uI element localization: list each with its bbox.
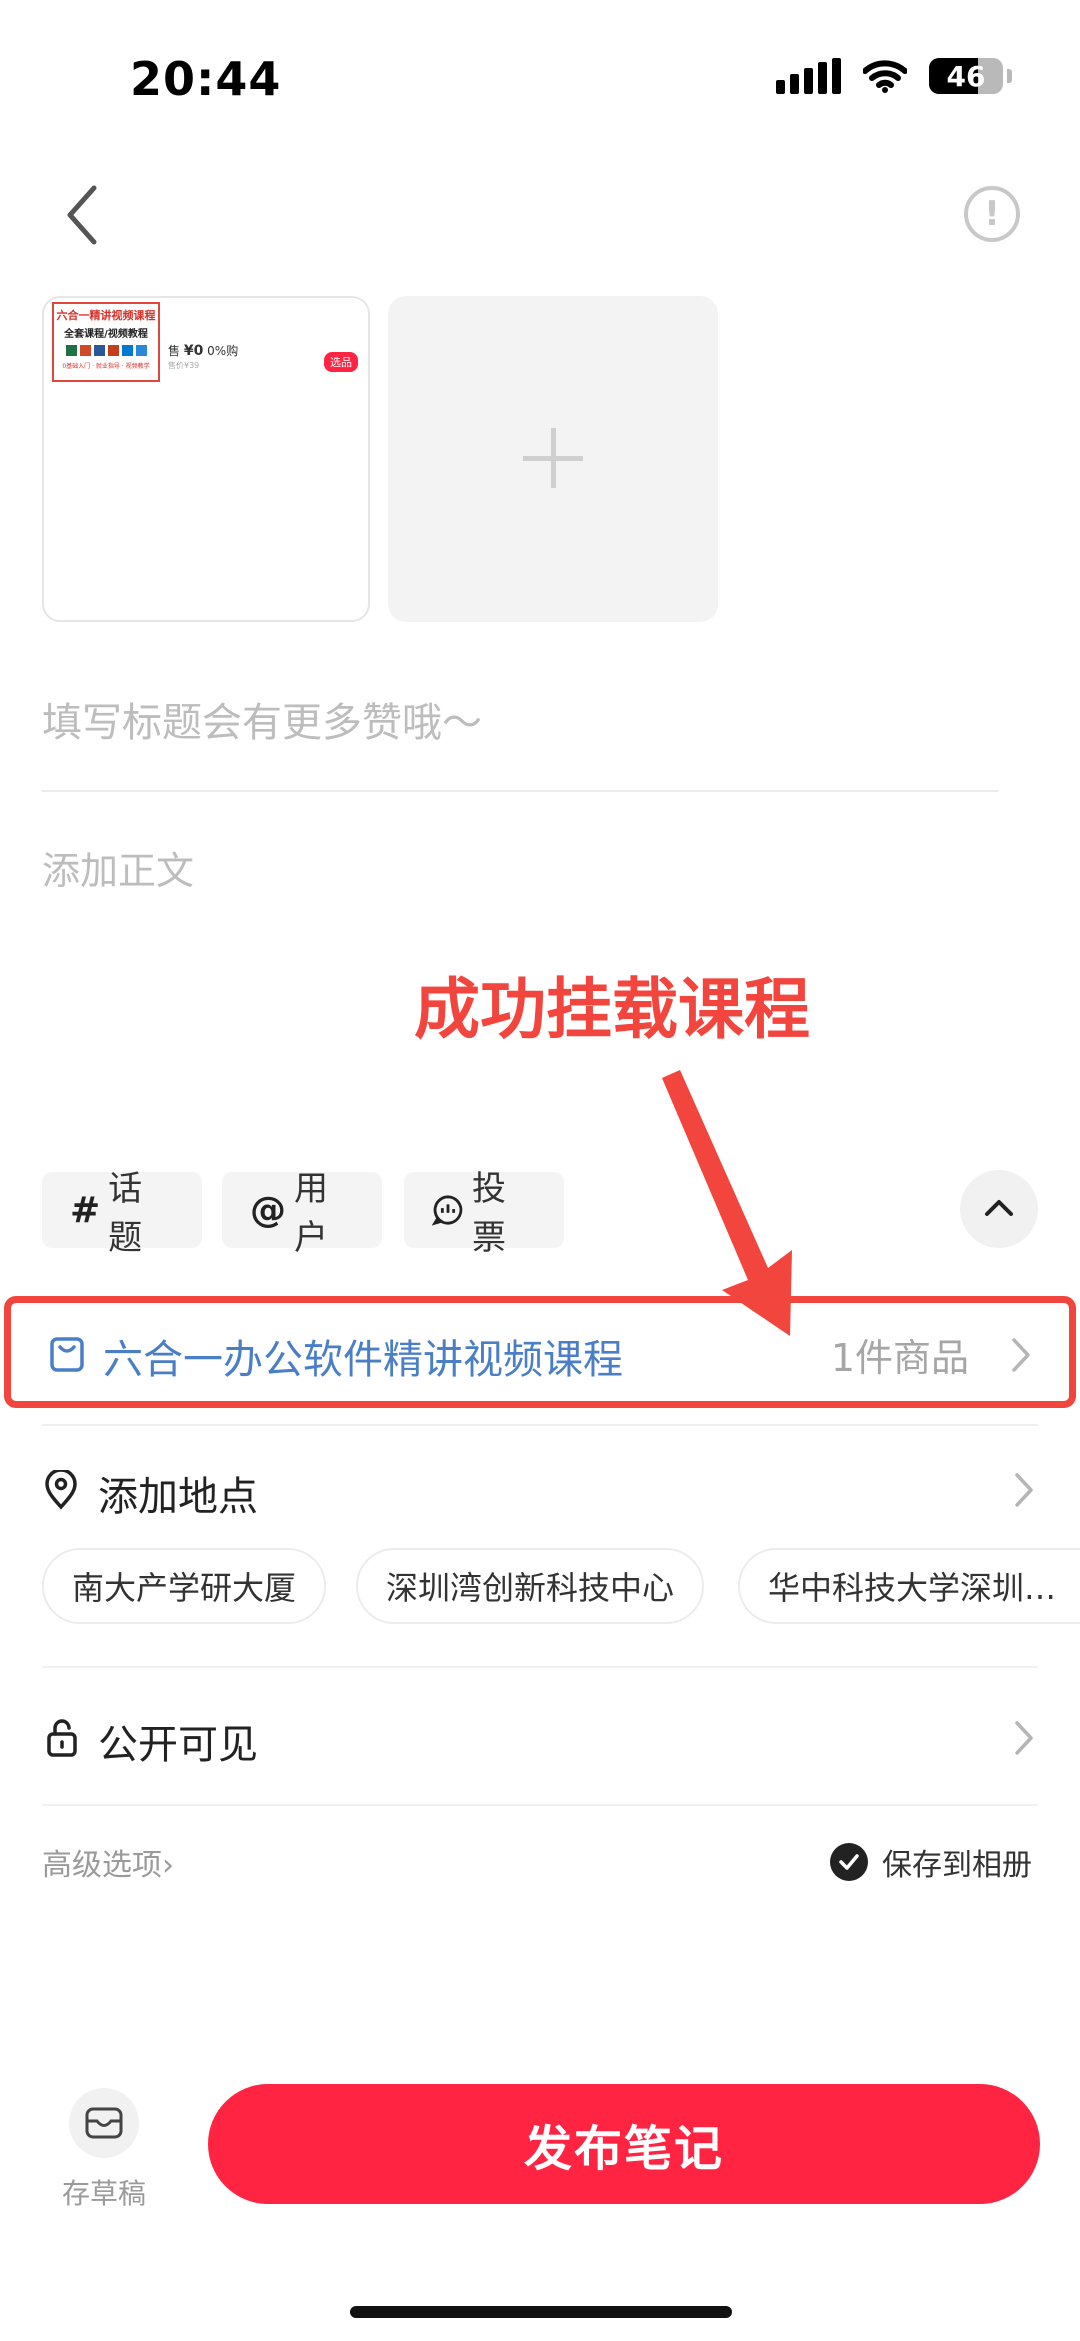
checkmark-icon <box>830 1843 868 1881</box>
title-input[interactable]: 填写标题会有更多赞哦～ <box>42 690 1002 748</box>
mention-label: 用户 <box>294 1169 328 1258</box>
vote-label: 投票 <box>472 1169 506 1258</box>
office-app-icons <box>54 345 158 356</box>
chevron-right-icon: › <box>162 1848 174 1883</box>
battery-level: 46 <box>946 59 986 93</box>
back-button[interactable] <box>60 180 110 250</box>
topic-label: 话题 <box>108 1169 143 1258</box>
chevron-up-icon <box>985 1200 1013 1216</box>
location-suggestion[interactable]: 华中科技大学深圳… <box>738 1548 1080 1624</box>
cover-footer: 0基础入门 · 就业指导 · 视频教学 <box>62 363 150 370</box>
title-divider <box>42 790 998 792</box>
course-cover-image: 六合一精讲视频课程 全套课程/视频教程 0基础入门 · 就业指导 · 视频教学 <box>52 302 160 382</box>
unlock-icon <box>47 1719 77 1757</box>
save-draft-button[interactable]: 存草稿 <box>60 2088 148 2212</box>
status-icons: 46 <box>776 58 1012 94</box>
body-input[interactable]: 添加正文 <box>42 840 194 895</box>
status-time: 20:44 <box>130 52 282 106</box>
mention-chip[interactable]: @ 用户 <box>222 1169 382 1258</box>
battery-icon: 46 <box>929 58 1003 94</box>
publish-button[interactable]: 发布笔记 <box>208 2084 1040 2204</box>
location-suggestion[interactable]: 南大产学研大厦 <box>42 1548 327 1624</box>
visibility-label[interactable]: 公开可见 <box>98 1712 258 1770</box>
divider <box>42 1666 1038 1668</box>
save-to-album-toggle[interactable]: 保存到相册 <box>830 1840 1032 1884</box>
product-price: 售 ¥0 0%购 <box>168 343 239 359</box>
divider <box>42 1804 1038 1806</box>
chevron-right-icon[interactable] <box>1012 1718 1036 1758</box>
topic-chip[interactable]: # 话题 <box>42 1169 202 1258</box>
shopping-bag-icon <box>50 1337 84 1372</box>
vote-chip[interactable]: 投票 <box>404 1169 564 1258</box>
location-pin-icon <box>45 1470 77 1510</box>
draft-label: 存草稿 <box>61 2177 146 2210</box>
annotation-text: 成功挂载课程 <box>414 971 810 1048</box>
status-bar: 20:44 46 <box>0 0 1080 150</box>
chevron-left-icon <box>67 185 97 245</box>
save-album-label: 保存到相册 <box>882 1848 1032 1883</box>
product-name: 六合一办公软件精讲视频课程 <box>103 1337 623 1383</box>
cover-title: 六合一精讲视频课程 <box>56 309 156 322</box>
battery-tip <box>1007 69 1012 83</box>
wifi-icon <box>863 59 907 93</box>
chevron-right-icon <box>1012 1338 1030 1372</box>
original-price: 售价¥39 <box>168 361 200 370</box>
add-location-label[interactable]: 添加地点 <box>98 1464 258 1522</box>
at-icon: @ <box>250 1189 286 1231</box>
product-count: 1件商品 <box>830 1336 969 1380</box>
chevron-right-icon[interactable] <box>1012 1470 1036 1510</box>
advanced-options-link[interactable]: 高级选项› <box>42 1840 174 1884</box>
product-link-row[interactable]: 六合一办公软件精讲视频课程 1件商品 <box>4 1296 1076 1408</box>
cover-subtitle: 全套课程/视频教程 <box>64 329 148 340</box>
home-indicator <box>350 2306 732 2318</box>
add-image-button[interactable] <box>388 296 718 622</box>
vote-icon <box>432 1195 463 1226</box>
image-thumbnail[interactable]: 六合一精讲视频课程 全套课程/视频教程 0基础入门 · 就业指导 · 视频教学 … <box>42 296 370 622</box>
collapse-button[interactable] <box>960 1170 1038 1248</box>
report-info-button[interactable]: ! <box>964 186 1020 242</box>
divider <box>42 1424 1038 1426</box>
hashtag-icon: # <box>70 1189 101 1231</box>
exclamation-icon: ! <box>984 194 1000 234</box>
location-suggestion[interactable]: 深圳湾创新科技中心 <box>356 1548 705 1624</box>
select-tag: 选品 <box>324 352 358 372</box>
inbox-icon <box>69 2088 139 2158</box>
signal-icon <box>776 58 841 94</box>
